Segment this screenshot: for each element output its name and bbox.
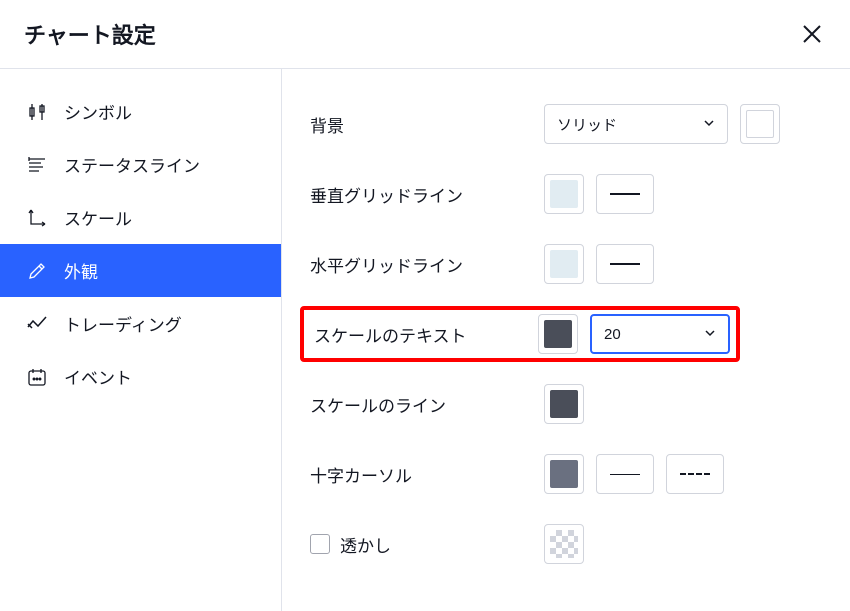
line-solid-icon bbox=[610, 263, 640, 265]
sidebar-item-status-line[interactable]: ステータスライン bbox=[0, 138, 281, 191]
scale-text-size-select[interactable]: 20 bbox=[590, 314, 730, 354]
sidebar-item-scale[interactable]: スケール bbox=[0, 191, 281, 244]
hgrid-line-style[interactable] bbox=[596, 244, 654, 284]
crosshair-line-style-1[interactable] bbox=[596, 454, 654, 494]
background-color-swatch[interactable] bbox=[740, 104, 780, 144]
label-watermark-wrap: 透かし bbox=[310, 532, 530, 557]
dialog-body: シンボル ステータスライン スケール bbox=[0, 69, 850, 611]
hgrid-color-swatch[interactable] bbox=[544, 244, 584, 284]
label-vgrid: 垂直グリッドライン bbox=[310, 182, 530, 207]
sidebar-item-label: スケール bbox=[64, 205, 132, 230]
calendar-icon bbox=[26, 366, 48, 388]
scale-text-color-swatch[interactable] bbox=[538, 314, 578, 354]
line-solid-icon bbox=[610, 193, 640, 195]
line-dashed-icon bbox=[680, 473, 710, 475]
watermark-color-swatch[interactable] bbox=[544, 524, 584, 564]
color-preview bbox=[544, 320, 572, 348]
line-thin-icon bbox=[610, 474, 640, 475]
label-background: 背景 bbox=[310, 112, 530, 137]
color-preview bbox=[550, 460, 578, 488]
sidebar-item-label: ステータスライン bbox=[64, 152, 200, 177]
row-vgrid: 垂直グリッドライン bbox=[310, 159, 822, 229]
sidebar-item-label: 外観 bbox=[64, 258, 98, 283]
candlestick-icon bbox=[26, 101, 48, 123]
sidebar-item-label: シンボル bbox=[64, 99, 132, 124]
color-preview bbox=[550, 390, 578, 418]
chevron-down-icon bbox=[704, 326, 716, 343]
color-preview-transparent bbox=[550, 530, 578, 558]
highlight-annotation: スケールのテキスト 20 bbox=[300, 306, 740, 362]
pencil-icon bbox=[26, 260, 48, 282]
trading-icon bbox=[26, 313, 48, 335]
background-type-select[interactable]: ソリッド bbox=[544, 104, 728, 144]
row-background: 背景 ソリッド bbox=[310, 89, 822, 159]
dialog-header: チャート設定 bbox=[0, 0, 850, 69]
crosshair-line-style-2[interactable] bbox=[666, 454, 724, 494]
sidebar: シンボル ステータスライン スケール bbox=[0, 69, 282, 611]
color-preview bbox=[550, 180, 578, 208]
close-button[interactable] bbox=[798, 20, 826, 48]
vgrid-color-swatch[interactable] bbox=[544, 174, 584, 214]
label-scale-text: スケールのテキスト bbox=[310, 322, 524, 347]
list-icon bbox=[26, 154, 48, 176]
label-hgrid: 水平グリッドライン bbox=[310, 252, 530, 277]
chevron-down-icon bbox=[703, 116, 715, 133]
row-crosshair: 十字カーソル bbox=[310, 439, 822, 509]
label-crosshair: 十字カーソル bbox=[310, 462, 530, 487]
label-watermark: 透かし bbox=[340, 532, 391, 557]
row-watermark: 透かし bbox=[310, 509, 822, 579]
select-value: ソリッド bbox=[557, 114, 617, 135]
sidebar-item-label: イベント bbox=[64, 364, 132, 389]
row-scale-text: スケールのテキスト 20 bbox=[310, 299, 822, 369]
axes-icon bbox=[26, 207, 48, 229]
color-preview bbox=[550, 250, 578, 278]
row-hgrid: 水平グリッドライン bbox=[310, 229, 822, 299]
sidebar-item-trading[interactable]: トレーディング bbox=[0, 297, 281, 350]
watermark-checkbox[interactable] bbox=[310, 534, 330, 554]
scale-line-color-swatch[interactable] bbox=[544, 384, 584, 424]
settings-panel: 背景 ソリッド 垂直グリッドライン bbox=[282, 69, 850, 611]
sidebar-item-events[interactable]: イベント bbox=[0, 350, 281, 403]
vgrid-line-style[interactable] bbox=[596, 174, 654, 214]
select-value: 20 bbox=[604, 326, 621, 343]
dialog-title: チャート設定 bbox=[24, 18, 156, 50]
row-scale-line: スケールのライン bbox=[310, 369, 822, 439]
crosshair-color-swatch[interactable] bbox=[544, 454, 584, 494]
sidebar-item-symbol[interactable]: シンボル bbox=[0, 85, 281, 138]
label-scale-line: スケールのライン bbox=[310, 392, 530, 417]
close-icon bbox=[802, 24, 822, 44]
sidebar-item-label: トレーディング bbox=[64, 311, 182, 336]
sidebar-item-appearance[interactable]: 外観 bbox=[0, 244, 281, 297]
color-preview bbox=[746, 110, 774, 138]
